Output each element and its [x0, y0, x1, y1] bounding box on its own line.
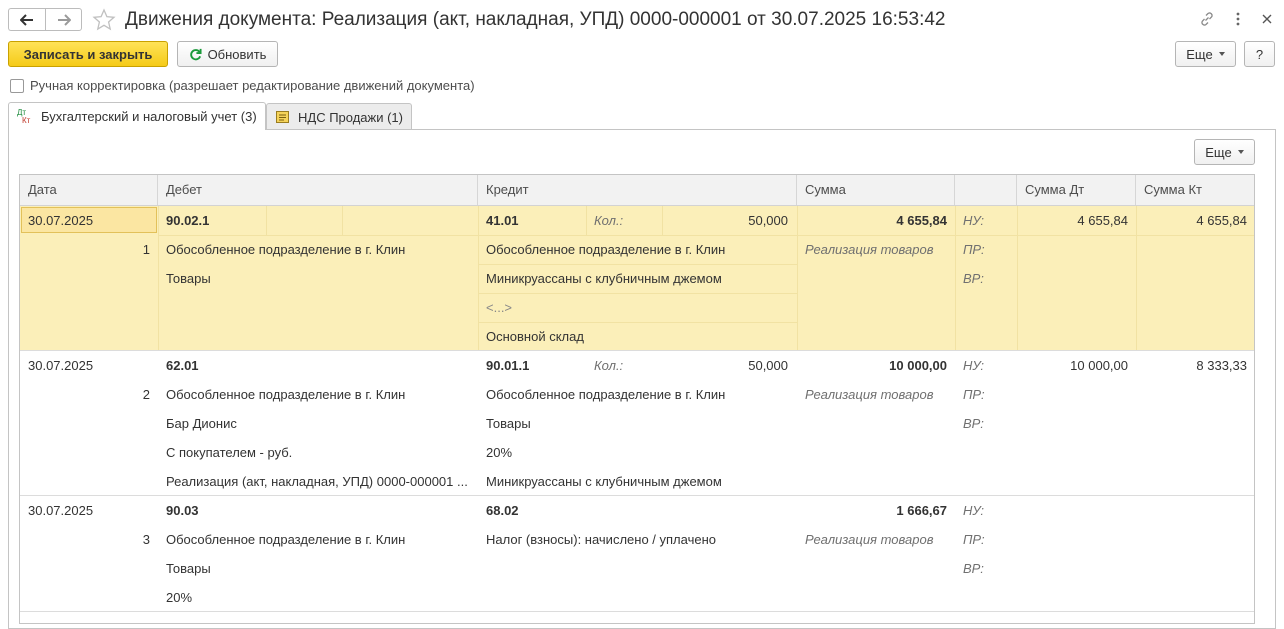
row-number: 3: [142, 532, 150, 547]
manual-correction-label: Ручная корректировка (разрешает редактир…: [30, 78, 475, 93]
save-and-close-button[interactable]: Записать и закрыть: [8, 41, 168, 67]
nu-label: НУ:: [963, 503, 985, 518]
dt-kt-icon: Дт Кт: [17, 107, 31, 125]
more-button[interactable]: Еще: [1175, 41, 1236, 67]
debit-subconto: Товары: [166, 561, 211, 576]
back-arrow-icon: [20, 13, 33, 26]
pr-label: ПР:: [963, 532, 985, 547]
tab-vat-sales[interactable]: НДС Продажи (1): [266, 103, 412, 130]
quantity-label: Кол.:: [594, 358, 624, 373]
more-label: Еще: [1186, 46, 1213, 62]
register-icon: [276, 111, 289, 123]
chevron-down-icon: [1218, 52, 1225, 56]
credit-subconto: Налог (взносы): начислено / уплачено: [486, 532, 716, 547]
pr-label: ПР:: [963, 242, 985, 257]
quantity-value: 50,000: [748, 213, 788, 228]
vr-label: ВР:: [963, 416, 984, 431]
nu-label: НУ:: [963, 213, 985, 228]
row-sum-dt: 10 000,00: [1070, 358, 1128, 373]
row-sum-dt: 4 655,84: [1077, 213, 1128, 228]
table-more-button[interactable]: Еще: [1194, 139, 1255, 165]
vr-label: ВР:: [963, 271, 984, 286]
table-header: Дата Дебет Кредит Сумма Сумма Дт Сумма К…: [20, 175, 1254, 206]
navigation-buttons: [8, 8, 82, 31]
debit-subconto: Обособленное подразделение в г. Клин: [166, 532, 406, 547]
row-date: 30.07.2025: [28, 503, 94, 518]
credit-subconto: Основной склад: [486, 329, 584, 344]
credit-subconto: Миникруассаны с клубничным джемом: [486, 271, 722, 286]
table-row[interactable]: 30.07.2025 2 62.01 Обособленное подразде…: [20, 351, 1254, 496]
row-sum-kt: 8 333,33: [1196, 358, 1247, 373]
row-sum-kt: 4 655,84: [1196, 213, 1247, 228]
refresh-label: Обновить: [207, 46, 267, 62]
credit-subconto: <...>: [486, 300, 513, 315]
chevron-down-icon: [1237, 150, 1244, 154]
debit-subconto: 20%: [166, 590, 193, 605]
col-sum-kt[interactable]: Сумма Кт: [1136, 175, 1254, 205]
col-sum-dt[interactable]: Сумма Дт: [1017, 175, 1136, 205]
link-icon[interactable]: [1198, 10, 1216, 28]
debit-subconto: С покупателем - руб.: [166, 445, 293, 460]
debit-subconto: Реализация (акт, накладная, УПД) 0000-00…: [166, 474, 468, 489]
row-number: 1: [142, 242, 150, 257]
refresh-button[interactable]: Обновить: [177, 41, 278, 67]
credit-account: 41.01: [486, 213, 519, 228]
row-number: 2: [142, 387, 150, 402]
credit-account: 90.01.1: [486, 358, 530, 373]
quantity-value: 50,000: [748, 358, 788, 373]
debit-account: 90.02.1: [166, 213, 210, 228]
more-vertical-icon[interactable]: [1229, 10, 1247, 28]
manual-correction-checkbox[interactable]: [10, 79, 24, 93]
back-button[interactable]: [8, 8, 45, 31]
movements-table: Дата Дебет Кредит Сумма Сумма Дт Сумма К…: [19, 174, 1255, 624]
col-date[interactable]: Дата: [20, 175, 158, 205]
debit-account: 90.03: [166, 503, 199, 518]
tab-accounting-label: Бухгалтерский и налоговый учет (3): [41, 109, 257, 124]
col-credit[interactable]: Кредит: [478, 175, 797, 205]
forward-button[interactable]: [45, 8, 82, 31]
row-sum: 1 666,67: [896, 503, 947, 518]
row-content: Реализация товаров: [805, 532, 934, 547]
row-content: Реализация товаров: [805, 387, 934, 402]
debit-subconto: Бар Дионис: [166, 416, 237, 431]
col-blank[interactable]: [955, 175, 1017, 205]
pr-label: ПР:: [963, 387, 985, 402]
credit-account: 68.02: [486, 503, 519, 518]
row-content: Реализация товаров: [805, 242, 934, 257]
col-sum[interactable]: Сумма: [797, 175, 955, 205]
credit-subconto: Миникруассаны с клубничным джемом: [486, 474, 722, 489]
close-icon[interactable]: [1258, 10, 1276, 28]
row-sum: 10 000,00: [889, 358, 947, 373]
col-debit[interactable]: Дебет: [158, 175, 478, 205]
debit-subconto: Обособленное подразделение в г. Клин: [166, 242, 406, 257]
row-sum: 4 655,84: [896, 213, 947, 228]
window-title: Движения документа: Реализация (акт, нак…: [125, 9, 946, 30]
credit-subconto: Товары: [486, 416, 531, 431]
favorite-star-icon[interactable]: [92, 8, 116, 32]
row-date: 30.07.2025: [28, 358, 94, 373]
table-row[interactable]: 30.07.2025 3 90.03 Обособленное подразде…: [20, 496, 1254, 612]
row-date: 30.07.2025: [28, 213, 94, 228]
refresh-icon: [189, 48, 202, 60]
vr-label: ВР:: [963, 561, 984, 576]
credit-subconto: 20%: [486, 445, 513, 460]
debit-subconto: Товары: [166, 271, 211, 286]
tab-vat-sales-label: НДС Продажи (1): [298, 109, 403, 125]
help-button[interactable]: ?: [1244, 41, 1275, 67]
debit-account: 62.01: [166, 358, 199, 373]
forward-arrow-icon: [57, 13, 71, 26]
debit-subconto: Обособленное подразделение в г. Клин: [166, 387, 406, 402]
credit-subconto: Обособленное подразделение в г. Клин: [486, 242, 726, 257]
credit-subconto: Обособленное подразделение в г. Клин: [486, 387, 726, 402]
quantity-label: Кол.:: [594, 213, 624, 228]
table-row[interactable]: 30.07.2025 1 90.02.1 Обособленное подраз…: [20, 206, 1254, 351]
tab-accounting[interactable]: Дт Кт Бухгалтерский и налоговый учет (3): [8, 102, 266, 130]
table-more-label: Еще: [1205, 144, 1232, 160]
nu-label: НУ:: [963, 358, 985, 373]
